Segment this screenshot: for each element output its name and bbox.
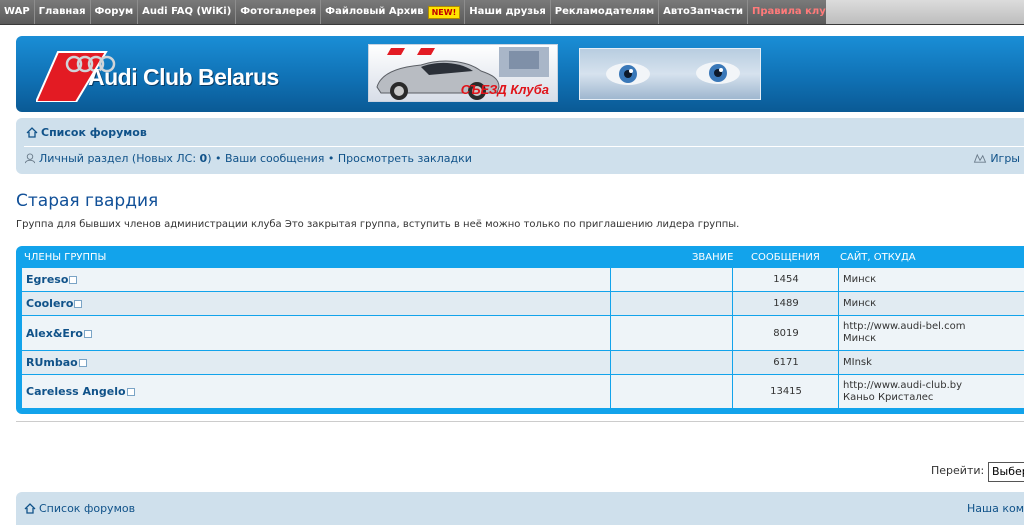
site-header: Audi Club Belarus СЪЕЗД Клуба (16, 36, 1024, 112)
forum-index-link[interactable]: Список форумов (41, 126, 147, 139)
table-row: Egreso 1454 Минск (22, 268, 1024, 292)
member-rank (610, 316, 733, 350)
meeting-banner[interactable]: СЪЕЗД Клуба (368, 44, 558, 102)
member-location: Минск (843, 297, 877, 309)
header-members: Члены группы (24, 252, 107, 263)
member-site: Минск (838, 268, 1024, 291)
games-label: Игры (990, 152, 1020, 165)
home-icon (26, 127, 38, 138)
header-posts: Сообщения (751, 252, 820, 263)
member-rank (610, 292, 733, 315)
member-name: Coolero (26, 297, 74, 310)
member-location: MInsk (843, 356, 872, 368)
nav-advertisers[interactable]: Рекламодателям (551, 0, 660, 24)
member-site: MInsk (838, 351, 1024, 374)
bookmarks-link[interactable]: Просмотреть закладки (338, 152, 472, 165)
personal-section-label: Личный раздел (Новых ЛС: (39, 152, 200, 165)
member-name: Careless Angelo (26, 385, 126, 398)
member-website-link[interactable]: http://www.audi-club.by (843, 380, 1024, 392)
member-site: Минск (838, 292, 1024, 315)
site-logo[interactable]: Audi Club Belarus (36, 50, 296, 102)
member-website-link[interactable]: http://www.audi-bel.com (843, 321, 1024, 333)
member-rank (610, 351, 733, 374)
user-icon (24, 153, 36, 164)
personal-section-link[interactable]: Личный раздел (Новых ЛС: 0) (39, 152, 212, 165)
member-name-link[interactable]: RUmbao (26, 351, 87, 374)
member-name-link[interactable]: Egreso (26, 268, 78, 291)
footer-breadcrumb: Список форумов (24, 502, 135, 515)
member-name-link[interactable]: Careless Angelo (26, 375, 135, 408)
nav-home[interactable]: Главная (35, 0, 91, 24)
nav-file-archive-label: Файловый Архив (325, 6, 424, 17)
group-title: Старая гвардия (16, 191, 159, 211)
member-name: Alex&Ero (26, 326, 83, 340)
nav-divider (24, 146, 1024, 147)
eyes-image-icon (606, 62, 740, 85)
member-site: http://www.audi-bel.com Минск (838, 316, 1024, 350)
profile-icon (78, 359, 87, 367)
nav-wap[interactable]: WAP (0, 0, 35, 24)
bullet-separator: • (324, 152, 338, 165)
nav-file-archive[interactable]: Файловый Архив NEW! (321, 0, 466, 24)
table-row: Coolero 1489 Минск (22, 292, 1024, 316)
top-strip (826, 0, 1024, 24)
nav-audi-faq[interactable]: Audi FAQ (WiKi) (138, 0, 237, 24)
member-posts: 13415 (732, 375, 839, 408)
table-row: Alex&Ero 8019 http://www.audi-bel.com Ми… (22, 316, 1024, 351)
nav-photogallery[interactable]: Фотогалерея (236, 0, 322, 24)
member-rank (610, 375, 733, 408)
logo-text: Audi Club Belarus (88, 64, 279, 90)
member-name-link[interactable]: Alex&Ero (26, 316, 92, 350)
table-row: RUmbao 6171 MInsk (22, 351, 1024, 375)
member-location: Минск (843, 333, 877, 344)
table-row: Careless Angelo 13415 http://www.audi-cl… (22, 375, 1024, 409)
footer-navigation: Список форумов Наша ком (16, 492, 1024, 525)
breadcrumb: Список форумов (26, 126, 147, 139)
profile-icon (74, 300, 83, 308)
nav-forum[interactable]: Форум (91, 0, 139, 24)
member-name: Egreso (26, 273, 69, 286)
profile-icon (126, 388, 135, 396)
section-divider (16, 421, 1024, 422)
member-posts: 8019 (732, 316, 839, 350)
header-site: Сайт, откуда (840, 252, 916, 263)
group-description: Группа для бывших членов администрации к… (16, 219, 740, 230)
member-location: Минск (843, 273, 877, 285)
table-header: Члены группы Звание Сообщения Сайт, отку… (24, 246, 1024, 268)
meeting-banner-text: СЪЕЗД Клуба (460, 82, 549, 97)
jump-to-label: Перейти: (931, 464, 985, 477)
table-rows: Egreso 1454 Минск Coolero 1489 Минск Ale… (22, 268, 1024, 409)
profile-icon (69, 276, 78, 284)
your-posts-link[interactable]: Ваши сообщения (225, 152, 324, 165)
navigation-panel: Список форумов Личный раздел (Новых ЛС: … (16, 118, 1024, 174)
eyes-banner[interactable] (579, 48, 761, 100)
footer-forum-index-link[interactable]: Список форумов (39, 502, 135, 515)
jump-to-select[interactable]: Выбер (988, 462, 1024, 482)
member-rank (610, 268, 733, 291)
member-posts: 1454 (732, 268, 839, 291)
profile-icon (83, 329, 92, 338)
footer-team-link[interactable]: Наша ком (967, 502, 1024, 515)
new-badge: NEW! (427, 5, 461, 19)
nav-auto-parts[interactable]: АвтоЗапчасти (659, 0, 748, 24)
member-site: http://www.audi-club.by Каньо Кристалес (838, 375, 1024, 408)
games-icon (974, 153, 987, 163)
member-posts: 6171 (732, 351, 839, 374)
nav-our-friends[interactable]: Наши друзья (465, 0, 551, 24)
member-name: RUmbao (26, 356, 78, 369)
bullet-separator: • (211, 152, 225, 165)
home-icon (24, 503, 36, 514)
header-rank: Звание (692, 252, 734, 263)
member-name-link[interactable]: Coolero (26, 292, 83, 315)
member-location: Каньо Кристалес (843, 391, 934, 403)
member-posts: 1489 (732, 292, 839, 315)
games-link[interactable]: Игры (973, 152, 1020, 165)
members-table: Члены группы Звание Сообщения Сайт, отку… (16, 246, 1024, 414)
user-links: Личный раздел (Новых ЛС: 0) • Ваши сообщ… (24, 152, 472, 165)
